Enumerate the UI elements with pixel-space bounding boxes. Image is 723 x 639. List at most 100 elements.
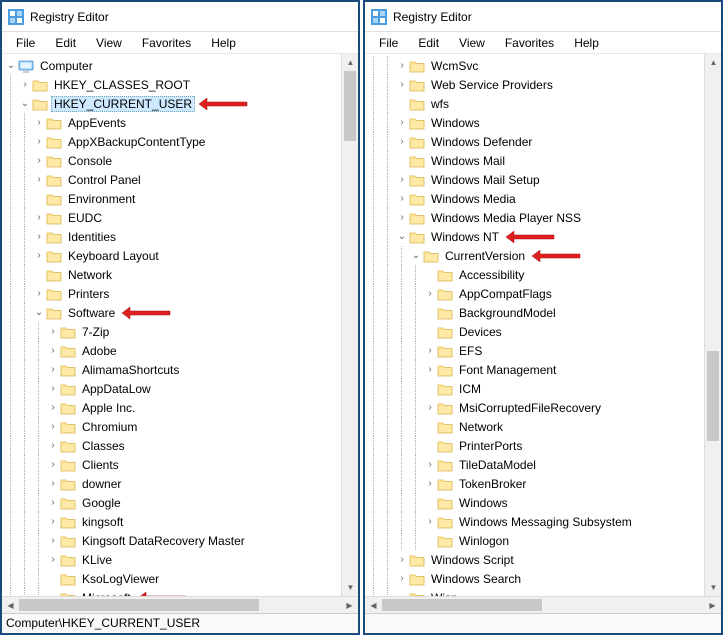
tree-node[interactable]: ›Windows Script bbox=[367, 550, 721, 569]
scroll-left-icon[interactable]: ◀ bbox=[2, 597, 19, 614]
scrollbar-vertical[interactable]: ▲ ▼ bbox=[704, 54, 721, 596]
scroll-left-icon[interactable]: ◀ bbox=[365, 597, 382, 614]
tree-node-label[interactable]: Font Management bbox=[456, 362, 559, 378]
tree-node[interactable]: ›KLive bbox=[4, 550, 358, 569]
tree-node[interactable]: ›AlimamaShortcuts bbox=[4, 360, 358, 379]
tree-node-label[interactable]: Software bbox=[65, 305, 118, 321]
tree-node-label[interactable]: MsiCorruptedFileRecovery bbox=[456, 400, 604, 416]
tree-node-label[interactable]: PrinterPorts bbox=[456, 438, 525, 454]
chevron-down-icon[interactable]: ⌄ bbox=[46, 592, 60, 596]
tree-node[interactable]: ⌄ Windows NT bbox=[367, 227, 721, 246]
tree-node[interactable]: › Adobe bbox=[4, 341, 358, 360]
chevron-right-icon[interactable]: › bbox=[32, 155, 46, 166]
menu-file[interactable]: File bbox=[6, 34, 45, 52]
tree-node-label[interactable]: ICM bbox=[456, 381, 484, 397]
tree-node[interactable]: › Printers bbox=[4, 284, 358, 303]
tree-node[interactable]: ›Windows Defender bbox=[367, 132, 721, 151]
chevron-right-icon[interactable]: › bbox=[46, 383, 60, 394]
tree-node-label[interactable]: Devices bbox=[456, 324, 505, 340]
chevron-right-icon[interactable]: › bbox=[46, 364, 60, 375]
title-bar[interactable]: Registry Editor bbox=[2, 2, 358, 32]
chevron-right-icon[interactable]: › bbox=[46, 535, 60, 546]
chevron-right-icon[interactable]: › bbox=[395, 193, 409, 204]
tree-node[interactable]: Network bbox=[4, 265, 358, 284]
menu-view[interactable]: View bbox=[86, 34, 132, 52]
tree-node[interactable]: wfs bbox=[367, 94, 721, 113]
tree-node-label[interactable]: Classes bbox=[79, 438, 128, 454]
tree-node-label[interactable]: Clients bbox=[79, 457, 122, 473]
tree-node[interactable]: › Web Service Providers bbox=[367, 75, 721, 94]
tree-node-label[interactable]: Printers bbox=[65, 286, 112, 302]
tree-node-label[interactable]: CurrentVersion bbox=[442, 248, 528, 264]
chevron-down-icon[interactable]: ⌄ bbox=[4, 60, 18, 71]
tree-node-label[interactable]: Windows Search bbox=[428, 571, 524, 587]
tree-node[interactable]: Wisp bbox=[367, 588, 721, 596]
chevron-right-icon[interactable]: › bbox=[395, 174, 409, 185]
tree-node-label[interactable]: Apple Inc. bbox=[79, 400, 138, 416]
chevron-right-icon[interactable]: › bbox=[423, 459, 437, 470]
tree-node-label[interactable]: Keyboard Layout bbox=[65, 248, 162, 264]
tree-node-label[interactable]: kingsoft bbox=[79, 514, 126, 530]
scroll-up-icon[interactable]: ▲ bbox=[705, 54, 721, 71]
tree-node[interactable]: ⌄ HKEY_CURRENT_USER bbox=[4, 94, 358, 113]
tree-node[interactable]: ›kingsoft bbox=[4, 512, 358, 531]
tree-node[interactable]: ›Font Management bbox=[367, 360, 721, 379]
tree-node[interactable]: ›Windows Media Player NSS bbox=[367, 208, 721, 227]
tree-node[interactable]: › Apple Inc. bbox=[4, 398, 358, 417]
tree-node-label[interactable]: Chromium bbox=[79, 419, 140, 435]
chevron-right-icon[interactable]: › bbox=[423, 288, 437, 299]
tree-node-label[interactable]: Accessibility bbox=[456, 267, 527, 283]
chevron-down-icon[interactable]: ⌄ bbox=[18, 98, 32, 109]
chevron-right-icon[interactable]: › bbox=[32, 136, 46, 147]
tree-node-label[interactable]: Windows NT bbox=[428, 229, 502, 245]
tree-node[interactable]: ›Control Panel bbox=[4, 170, 358, 189]
tree-node-label[interactable]: Windows Mail Setup bbox=[428, 172, 543, 188]
tree-node[interactable]: Devices bbox=[367, 322, 721, 341]
tree-node[interactable]: Windows bbox=[367, 493, 721, 512]
chevron-right-icon[interactable]: › bbox=[46, 459, 60, 470]
chevron-right-icon[interactable]: › bbox=[423, 516, 437, 527]
chevron-right-icon[interactable]: › bbox=[395, 117, 409, 128]
tree-node-label[interactable]: Google bbox=[79, 495, 124, 511]
chevron-right-icon[interactable]: › bbox=[46, 345, 60, 356]
chevron-right-icon[interactable]: › bbox=[32, 250, 46, 261]
tree-node-label[interactable]: Adobe bbox=[79, 343, 120, 359]
chevron-right-icon[interactable]: › bbox=[395, 79, 409, 90]
tree-node-label[interactable]: Windows Mail bbox=[428, 153, 508, 169]
tree-node[interactable]: ›Kingsoft DataRecovery Master bbox=[4, 531, 358, 550]
tree-node-label[interactable]: Environment bbox=[65, 191, 138, 207]
tree-node-label[interactable]: AppCompatFlags bbox=[456, 286, 555, 302]
menu-favorites[interactable]: Favorites bbox=[495, 34, 564, 52]
tree-node-label[interactable]: Windows Defender bbox=[428, 134, 535, 150]
tree[interactable]: ›WcmSvc›Web Service Providerswfs›Windows… bbox=[365, 56, 721, 596]
scroll-right-icon[interactable]: ▶ bbox=[704, 597, 721, 614]
menu-help[interactable]: Help bbox=[564, 34, 609, 52]
menu-view[interactable]: View bbox=[449, 34, 495, 52]
tree-node-label[interactable]: Network bbox=[65, 267, 115, 283]
chevron-right-icon[interactable]: › bbox=[395, 212, 409, 223]
chevron-right-icon[interactable]: › bbox=[395, 60, 409, 71]
tree-node-label[interactable]: downer bbox=[79, 476, 124, 492]
chevron-right-icon[interactable]: › bbox=[32, 117, 46, 128]
tree-node-label[interactable]: Windows Messaging Subsystem bbox=[456, 514, 635, 530]
tree-node[interactable]: Network bbox=[367, 417, 721, 436]
menu-edit[interactable]: Edit bbox=[45, 34, 86, 52]
tree-node-label[interactable]: Identities bbox=[65, 229, 119, 245]
tree-node[interactable]: ⌄CurrentVersion bbox=[367, 246, 721, 265]
scroll-up-icon[interactable]: ▲ bbox=[342, 54, 358, 71]
tree-node[interactable]: › Windows Mail Setup bbox=[367, 170, 721, 189]
tree-node-label[interactable]: AppEvents bbox=[65, 115, 129, 131]
chevron-right-icon[interactable]: › bbox=[32, 288, 46, 299]
tree-node[interactable]: ⌄Microsoft bbox=[4, 588, 358, 596]
tree-node-label[interactable]: Windows bbox=[456, 495, 511, 511]
tree-node[interactable]: ⌄Computer bbox=[4, 56, 358, 75]
tree-node-label[interactable]: HKEY_CURRENT_USER bbox=[51, 96, 195, 112]
scrollbar-horizontal[interactable]: ◀ ▶ bbox=[2, 596, 358, 613]
tree-node-label[interactable]: Web Service Providers bbox=[428, 77, 556, 93]
tree-node[interactable]: ›WcmSvc bbox=[367, 56, 721, 75]
tree-node[interactable]: ›AppDataLow bbox=[4, 379, 358, 398]
chevron-down-icon[interactable]: ⌄ bbox=[395, 231, 409, 242]
chevron-right-icon[interactable]: › bbox=[46, 402, 60, 413]
chevron-down-icon[interactable]: ⌄ bbox=[32, 307, 46, 318]
tree-node[interactable]: ›Classes bbox=[4, 436, 358, 455]
